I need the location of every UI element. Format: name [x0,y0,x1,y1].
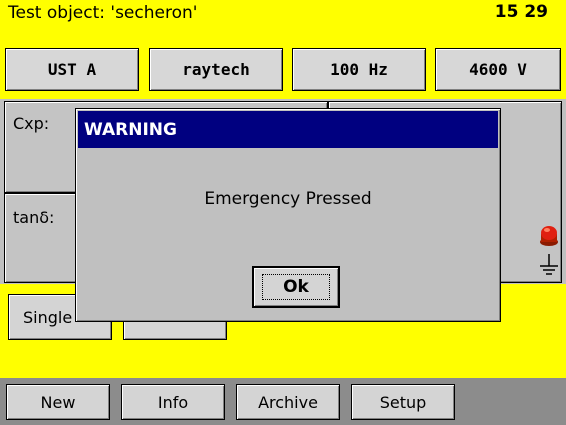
source-button[interactable]: raytech [149,48,283,91]
ground-icon [538,252,560,278]
new-button[interactable]: New [6,384,110,420]
mode-button[interactable]: UST A [5,48,139,91]
ok-button-label: Ok [262,274,330,300]
dialog-title-bar: WARNING [78,111,498,148]
test-object-title: Test object: 'secheron' [8,3,198,23]
tand-label: tanδ: [13,208,55,227]
frequency-button[interactable]: 100 Hz [292,48,426,91]
emergency-stop-icon [538,222,560,248]
single-button-label: Single [23,307,73,327]
dialog-title: WARNING [84,119,177,140]
voltage-button[interactable]: 4600 V [435,48,561,91]
info-button[interactable]: Info [121,384,225,420]
warning-dialog: WARNING Emergency Pressed Ok [75,108,501,322]
cxp-label: Cxp: [13,114,50,133]
setup-button[interactable]: Setup [351,384,455,420]
ok-button[interactable]: Ok [252,266,340,308]
archive-button[interactable]: Archive [236,384,340,420]
dialog-message: Emergency Pressed [204,189,372,209]
clock-time: 15 29 [494,2,548,22]
